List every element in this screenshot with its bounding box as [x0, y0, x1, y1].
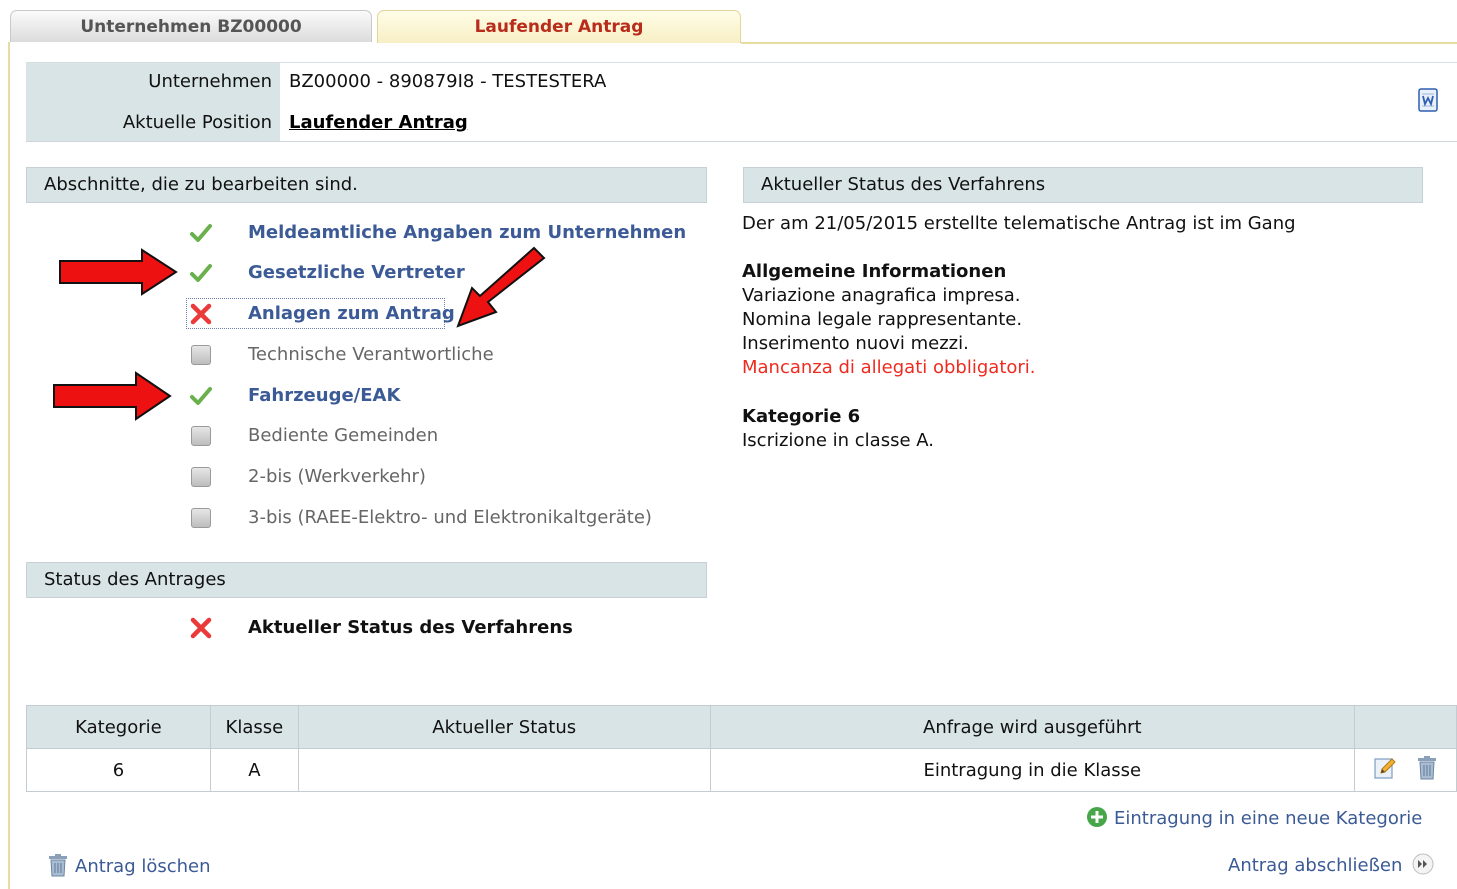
antrag-status-label: Aktueller Status des Verfahrens: [248, 617, 573, 638]
checklist-item-label[interactable]: Fahrzeuge/EAK: [248, 381, 400, 411]
antrag-status-header: Status des Antrages: [26, 562, 707, 598]
status-panel-header: Aktueller Status des Verfahrens: [743, 167, 1423, 203]
trash-icon[interactable]: [1416, 755, 1438, 786]
annotation-arrow-right: [59, 248, 178, 296]
missing-attachments-warning: Mancanza di allegati obbligatori.: [742, 357, 1036, 378]
checklist-item-label: Bediente Gemeinden: [248, 425, 439, 446]
delete-antrag-label[interactable]: Antrag löschen: [75, 856, 211, 877]
finish-antrag-label[interactable]: Antrag abschließen: [1228, 855, 1402, 876]
company-value: BZ00000 - 890879I8 - TESTESTERA: [289, 71, 607, 92]
position-label: Aktuelle Position: [122, 112, 272, 133]
annotation-arrow-diagonal: [456, 246, 546, 328]
tab-divider: [741, 42, 1457, 44]
fast-forward-icon: [1412, 853, 1434, 880]
general-info-line: Variazione anagrafica impresa.: [742, 285, 1021, 306]
general-info-heading: Allgemeine Informationen: [742, 261, 1007, 282]
tab-unternehmen[interactable]: Unternehmen BZ00000: [10, 10, 372, 42]
word-document-icon[interactable]: [1417, 88, 1439, 112]
page-frame-border: [8, 42, 10, 889]
sections-header: Abschnitte, die zu bearbeiten sind.: [26, 167, 707, 203]
table-row: 6 A Eintragung in die Klasse: [26, 748, 1457, 792]
category-heading: Kategorie 6: [742, 406, 861, 427]
position-link[interactable]: Laufender Antrag: [289, 112, 468, 133]
cell-anfrage: Eintragung in die Klasse: [709, 748, 1356, 792]
empty-checkbox-icon: [191, 345, 211, 365]
delete-antrag-link[interactable]: Antrag löschen: [47, 853, 211, 882]
finish-antrag-link[interactable]: Antrag abschließen: [1228, 853, 1434, 880]
cell-status: [297, 748, 711, 792]
cross-icon: [188, 615, 214, 641]
new-category-label[interactable]: Eintragung in eine neue Kategorie: [1114, 808, 1422, 829]
general-info-line: Nomina legale rappresentante.: [742, 309, 1023, 330]
new-category-link[interactable]: Eintragung in eine neue Kategorie: [1086, 806, 1422, 833]
col-header-klasse: Klasse: [209, 705, 299, 749]
cross-icon: [188, 301, 214, 327]
checklist-item-label[interactable]: Meldeamtliche Angaben zum Unternehmen: [248, 218, 686, 248]
checklist-item-label: 3-bis (RAEE-Elektro- und Elektronikaltge…: [248, 507, 652, 528]
cell-actions: [1354, 748, 1457, 792]
checklist-item-label: 2-bis (Werkverkehr): [248, 466, 426, 487]
check-icon: [188, 260, 214, 286]
col-header-kategorie: Kategorie: [26, 705, 211, 749]
category-table: Kategorie Klasse Aktueller Status Anfrag…: [26, 705, 1457, 792]
category-line: Iscrizione in classe A.: [742, 430, 934, 451]
cell-kategorie: 6: [26, 748, 211, 792]
add-circle-icon: [1086, 806, 1108, 833]
checklist-item-label[interactable]: Gesetzliche Vertreter: [248, 258, 465, 288]
status-intro: Der am 21/05/2015 erstellte telematische…: [742, 213, 1296, 234]
cell-klasse: A: [209, 748, 299, 792]
table-header-row: Kategorie Klasse Aktueller Status Anfrag…: [26, 705, 1457, 749]
info-label-column: Unternehmen Aktuelle Position: [26, 63, 280, 141]
tab-laufender-antrag[interactable]: Laufender Antrag: [377, 10, 741, 43]
edit-icon[interactable]: [1373, 756, 1397, 785]
check-icon: [188, 383, 214, 409]
empty-checkbox-icon: [191, 508, 211, 528]
col-header-actions: [1354, 705, 1457, 749]
checklist-item-label[interactable]: Anlagen zum Antrag: [248, 299, 455, 329]
col-header-status: Aktueller Status: [297, 705, 711, 749]
company-label: Unternehmen: [148, 71, 272, 92]
col-header-anfrage: Anfrage wird ausgeführt: [709, 705, 1356, 749]
general-info-line: Inserimento nuovi mezzi.: [742, 333, 969, 354]
empty-checkbox-icon: [191, 426, 211, 446]
company-info-panel: Unternehmen Aktuelle Position BZ00000 - …: [26, 62, 1457, 142]
check-icon: [188, 220, 214, 246]
trash-icon: [47, 853, 69, 882]
empty-checkbox-icon: [191, 467, 211, 487]
annotation-arrow-right: [53, 371, 172, 421]
checklist-item-label: Technische Verantwortliche: [248, 344, 494, 365]
